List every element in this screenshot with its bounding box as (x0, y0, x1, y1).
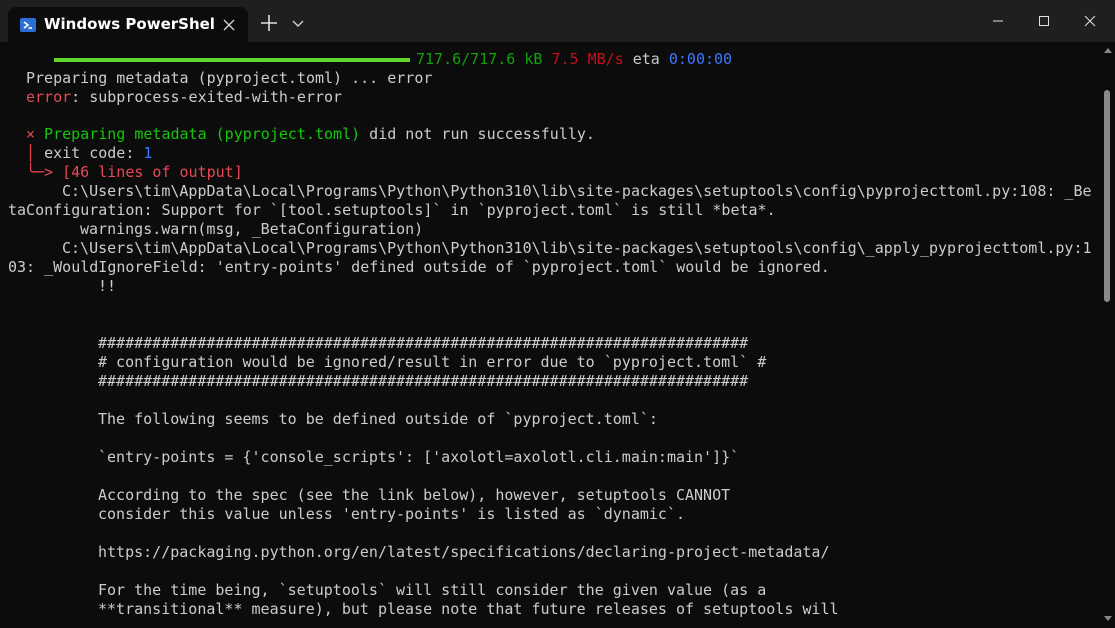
time-line-1: For the time being, `setuptools` will st… (98, 581, 767, 599)
failure-mark: × (26, 125, 36, 143)
progress-speed: 7.5 MB/s (551, 50, 624, 68)
hash-line-bottom: ########################################… (98, 372, 749, 390)
warn1-line-a: C:\Users\tim\AppData\Local\Programs\Pyth… (62, 182, 1092, 200)
scroll-up-arrow[interactable] (1104, 48, 1112, 53)
preparing-line: Preparing metadata (pyproject.toml) ... … (26, 69, 433, 87)
warn1-line-c: warnings.warn(msg, _BetaConfiguration) (80, 220, 424, 238)
maximize-button[interactable] (1021, 0, 1067, 42)
progress-size: 717.6/717.6 kB (416, 50, 543, 68)
progress-bar (54, 57, 410, 62)
plus-icon[interactable] (258, 12, 280, 34)
tree-corner: ╰─ (26, 163, 45, 181)
terminal-output[interactable]: 717.6/717.6 kB 7.5 MB/s eta 0:00:00 Prep… (0, 42, 1100, 628)
url-line: https://packaging.python.org/en/latest/s… (98, 543, 830, 561)
spec-line-1: According to the spec (see the link belo… (98, 486, 731, 504)
progress-line: 717.6/717.6 kB 7.5 MB/s eta 0:00:00 (54, 50, 732, 69)
scroll-thumb[interactable] (1104, 90, 1110, 302)
close-icon[interactable] (220, 16, 238, 34)
warn2-line-a: C:\Users\tim\AppData\Local\Programs\Pyth… (62, 239, 1092, 257)
hash-line-top: ########################################… (98, 334, 749, 352)
chevron-down-icon[interactable] (290, 15, 306, 31)
following-line: The following seems to be defined outsid… (98, 410, 658, 428)
error-text: : subprocess-exited-with-error (71, 88, 343, 106)
error-label: error (26, 88, 72, 106)
exit-code-value: 1 (143, 144, 153, 162)
failure-line: × Preparing metadata (pyproject.toml) di… (26, 125, 595, 144)
title-bar: Windows PowerShel (0, 0, 1115, 42)
entry-points-line: `entry-points = {'console_scripts': ['ax… (98, 448, 740, 466)
warn1-line-b: taConfiguration: Support for `[tool.setu… (8, 201, 776, 219)
failure-text: Preparing metadata (pyproject.toml) (35, 125, 361, 143)
warn2-line-b: 03: _WouldIgnoreField: 'entry-points' de… (8, 258, 830, 276)
maximize-icon (1039, 16, 1049, 26)
time-line-2: **transitional** measure), but please no… (98, 600, 839, 618)
scrollbar[interactable] (1100, 42, 1115, 628)
tree-bar: │ (26, 144, 45, 162)
eta-label: eta (632, 50, 660, 68)
window-close-button[interactable] (1067, 0, 1113, 42)
exit-code-label: exit code: (44, 144, 144, 162)
tab-title: Windows PowerShel (44, 15, 215, 33)
error-line: error: subprocess-exited-with-error (26, 88, 342, 107)
tab-powershell[interactable]: Windows PowerShel (8, 7, 248, 42)
window-close-icon (1084, 15, 1096, 27)
scroll-down-arrow[interactable] (1104, 616, 1112, 621)
minimize-icon (993, 20, 1003, 22)
terminal-window: Windows PowerShel 717.6/717.6 kB 7.5 MB/… (0, 0, 1115, 628)
powershell-icon (20, 18, 36, 32)
config-line: # configuration would be ignored/result … (98, 353, 767, 371)
output-lines-count: > [46 lines of output] (44, 163, 243, 181)
bangs-line: !! (98, 277, 117, 295)
output-lines-line: ╰─> [46 lines of output] (26, 163, 243, 182)
spec-line-2: consider this value unless 'entry-points… (98, 505, 685, 523)
exit-code-line: │ exit code: 1 (26, 144, 152, 163)
failure-rest: did not run successfully. (360, 125, 595, 143)
minimize-button[interactable] (975, 0, 1021, 42)
eta-value: 0:00:00 (668, 50, 733, 68)
